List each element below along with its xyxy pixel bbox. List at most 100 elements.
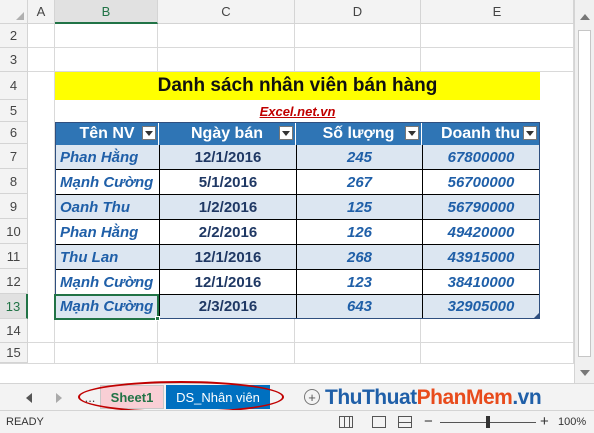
brand-part3: PhanMem [416, 386, 513, 409]
table-cell-name[interactable]: Phan Hằng [56, 220, 159, 245]
table-cell-revenue[interactable]: 56700000 [422, 170, 539, 195]
status-bar: READY − + 100% [0, 410, 594, 433]
filter-dropdown-icon[interactable] [405, 126, 419, 140]
scroll-up-arrow-icon[interactable] [580, 14, 590, 20]
watermark-text: Excel.net.vn [259, 103, 336, 119]
sheet-tab-bar: ... Sheet1 DS_Nhân viên + Thu Thuat Phan… [0, 381, 594, 413]
brand-part2: Thuat [361, 386, 417, 409]
table-cell-date[interactable]: 1/2/2016 [159, 195, 296, 220]
table-cell-quantity[interactable]: 125 [296, 195, 422, 220]
table-row: Thu Lan 12/1/2016 268 43915000 [56, 245, 539, 270]
normal-view-icon[interactable] [339, 416, 353, 428]
table-header-revenue[interactable]: Doanh thu [422, 123, 539, 145]
title-cell[interactable]: Danh sách nhân viên bán hàng [55, 72, 540, 100]
select-all-triangle-icon [16, 12, 24, 20]
page-title: Danh sách nhân viên bán hàng [157, 75, 438, 96]
table-header-label: Tên NV [79, 125, 135, 142]
zoom-out-button[interactable]: − [424, 413, 433, 430]
table-cell-name[interactable]: Mạnh Cường [56, 270, 159, 295]
watermark-cell: Excel.net.vn [55, 100, 540, 122]
row-header-13[interactable]: 13 [0, 294, 28, 319]
table-cell-quantity[interactable]: 126 [296, 220, 422, 245]
row-header-6[interactable]: 6 [0, 122, 28, 144]
active-cell-selection[interactable] [54, 294, 159, 320]
column-header-b[interactable]: B [55, 0, 158, 24]
table-cell-revenue[interactable]: 32905000 [422, 295, 539, 318]
gridline-row [28, 342, 574, 343]
table-cell-revenue[interactable]: 56790000 [422, 195, 539, 220]
table-row: Oanh Thu 1/2/2016 125 56790000 [56, 195, 539, 220]
table-cell-revenue[interactable]: 67800000 [422, 145, 539, 170]
select-all-corner[interactable] [0, 0, 28, 24]
table-cell-name[interactable]: Phan Hằng [56, 145, 159, 170]
tab-scroll-left-icon[interactable] [26, 393, 32, 403]
table-header-label: Ngày bán [190, 125, 263, 142]
table-cell-name[interactable]: Thu Lan [56, 245, 159, 270]
fill-handle[interactable] [155, 316, 160, 321]
column-header-c[interactable]: C [158, 0, 295, 24]
filter-dropdown-icon[interactable] [279, 126, 293, 140]
table-cell-name[interactable]: Mạnh Cường [56, 170, 159, 195]
brand-part1: Thu [325, 386, 362, 409]
gridline-row [28, 47, 574, 48]
status-mode: READY [6, 416, 44, 428]
table-cell-revenue[interactable]: 43915000 [422, 245, 539, 270]
table-cell-date[interactable]: 12/1/2016 [159, 245, 296, 270]
zoom-slider-thumb[interactable] [486, 416, 490, 428]
row-header-3[interactable]: 3 [0, 48, 28, 72]
row-header-12[interactable]: 12 [0, 269, 28, 294]
brand-part4: .vn [512, 386, 542, 409]
column-header-d[interactable]: D [295, 0, 421, 24]
row-header-9[interactable]: 9 [0, 194, 28, 219]
table-header-label: Số lượng [322, 125, 395, 142]
row-header-8[interactable]: 8 [0, 169, 28, 194]
filter-dropdown-icon[interactable] [142, 126, 156, 140]
tab-scroll-right-icon[interactable] [56, 393, 62, 403]
table-cell-quantity[interactable]: 245 [296, 145, 422, 170]
zoom-in-button[interactable]: + [540, 413, 549, 430]
table-cell-date[interactable]: 5/1/2016 [159, 170, 296, 195]
table-header-label: Doanh thu [440, 125, 521, 142]
row-header-15[interactable]: 15 [0, 343, 28, 363]
zoom-level[interactable]: 100% [558, 416, 586, 428]
grid-bottom-filler [0, 363, 574, 383]
column-header-e[interactable]: E [421, 0, 574, 24]
row-header-11[interactable]: 11 [0, 244, 28, 269]
table-cell-quantity[interactable]: 268 [296, 245, 422, 270]
column-header-a[interactable]: A [28, 0, 55, 24]
row-header-2[interactable]: 2 [0, 24, 28, 48]
table-cell-quantity[interactable]: 643 [296, 295, 422, 318]
add-sheet-button[interactable]: + [304, 389, 320, 405]
table-row: Phan Hằng 12/1/2016 245 67800000 [56, 145, 539, 170]
tab-highlight-ellipse [78, 381, 284, 413]
table-cell-date[interactable]: 2/3/2016 [159, 295, 296, 318]
table-header-name[interactable]: Tên NV [56, 123, 159, 145]
plus-icon: + [308, 389, 316, 405]
vertical-scrollbar[interactable] [574, 0, 594, 383]
brand-watermark: Thu Thuat PhanMem .vn [325, 386, 542, 410]
table-cell-name[interactable]: Oanh Thu [56, 195, 159, 220]
table-row: Mạnh Cường 12/1/2016 123 38410000 [56, 270, 539, 295]
table-cell-date[interactable]: 12/1/2016 [159, 270, 296, 295]
vertical-scroll-thumb[interactable] [578, 30, 591, 357]
table-resize-handle-icon[interactable] [534, 313, 539, 318]
table-cell-quantity[interactable]: 123 [296, 270, 422, 295]
table-cell-quantity[interactable]: 267 [296, 170, 422, 195]
row-header-7[interactable]: 7 [0, 144, 28, 169]
table-header-quantity[interactable]: Số lượng [296, 123, 422, 145]
table-header-date[interactable]: Ngày bán [159, 123, 296, 145]
row-header-5[interactable]: 5 [0, 100, 28, 122]
page-layout-view-icon[interactable] [372, 416, 386, 428]
filter-dropdown-icon[interactable] [523, 126, 537, 140]
scroll-down-arrow-icon[interactable] [580, 370, 590, 376]
table-cell-revenue[interactable]: 49420000 [422, 220, 539, 245]
page-break-view-icon[interactable] [398, 416, 412, 428]
table-cell-date[interactable]: 12/1/2016 [159, 145, 296, 170]
data-table: Tên NV Ngày bán Số lượng Doanh thu Phan … [55, 122, 540, 319]
row-header-10[interactable]: 10 [0, 219, 28, 244]
table-cell-revenue[interactable]: 38410000 [422, 270, 539, 295]
row-header-4[interactable]: 4 [0, 72, 28, 100]
table-cell-date[interactable]: 2/2/2016 [159, 220, 296, 245]
table-row: Mạnh Cường 5/1/2016 267 56700000 [56, 170, 539, 195]
row-header-14[interactable]: 14 [0, 319, 28, 343]
